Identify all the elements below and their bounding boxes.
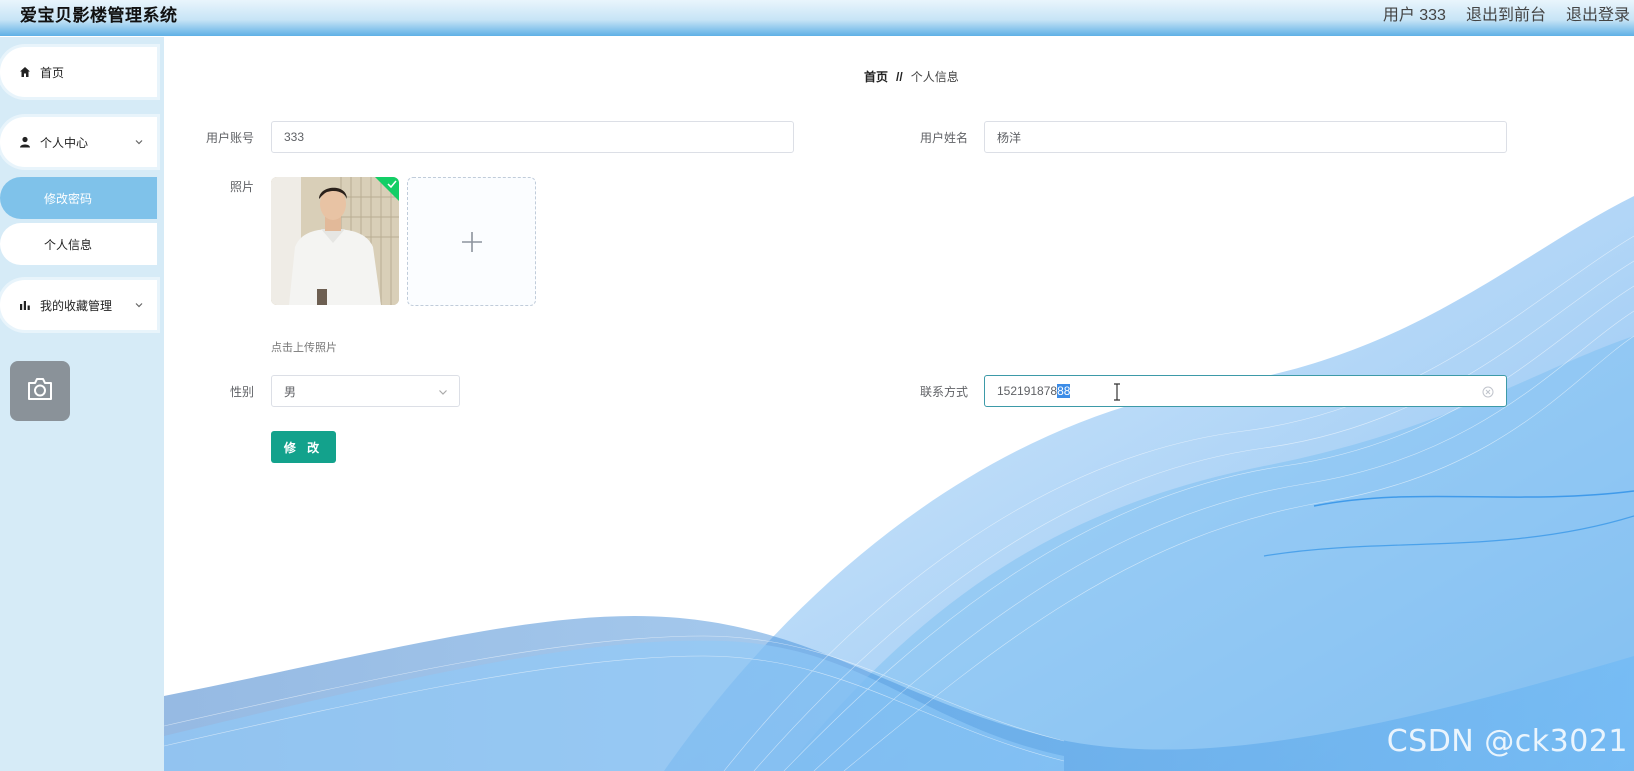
app-title: 爱宝贝影楼管理系统 [20, 6, 178, 25]
user-icon [18, 135, 32, 149]
account-input[interactable]: 333 [271, 121, 794, 153]
sidebar-item-label: 首页 [40, 65, 65, 80]
chevron-down-icon [439, 390, 447, 395]
exit-front-link[interactable]: 退出到前台 [1466, 1, 1546, 25]
name-input[interactable]: 杨洋 [984, 121, 1507, 153]
sidebar-item-personal-info[interactable]: 个人信息 [0, 223, 157, 265]
account-value: 333 [284, 130, 305, 144]
submit-button[interactable]: 修 改 [271, 431, 336, 463]
chevron-down-icon [133, 299, 145, 314]
top-header: 爱宝贝影楼管理系统 用户 333 退出到前台 退出登录 [0, 0, 1634, 36]
contact-input[interactable]: 152191878 88 [984, 375, 1507, 407]
uploaded-photo[interactable] [271, 177, 399, 305]
text-cursor-icon [1114, 383, 1120, 401]
home-icon [18, 65, 32, 79]
contact-selected-text: 88 [1057, 384, 1071, 398]
logout-link[interactable]: 退出登录 [1566, 1, 1630, 25]
gender-select[interactable]: 男 [271, 375, 460, 407]
upload-tip: 点击上传照片 [271, 342, 337, 354]
sidebar: 首页 个人中心 修改密码 个人信息 我的收藏管理 [0, 37, 164, 771]
name-label: 用户姓名 [919, 131, 968, 145]
breadcrumb-separator: // [896, 69, 903, 84]
bar-chart-icon [18, 298, 32, 312]
user-label: 用户 333 [1382, 7, 1446, 24]
account-label: 用户账号 [205, 131, 254, 145]
sidebar-item-personal-center[interactable]: 个人中心 [0, 117, 157, 167]
chevron-down-icon [133, 136, 145, 151]
header-actions: 用户 333 退出到前台 退出登录 [1383, 1, 1630, 25]
photo-label: 照片 [229, 180, 254, 194]
breadcrumb: 首页 // 个人信息 [864, 68, 959, 85]
sidebar-item-change-password[interactable]: 修改密码 [0, 177, 157, 219]
watermark: CSDN @ck3021 [1386, 724, 1628, 759]
name-value: 杨洋 [997, 130, 1022, 145]
breadcrumb-home[interactable]: 首页 [864, 68, 888, 85]
gender-label: 性别 [229, 385, 254, 399]
plus-icon [461, 231, 482, 252]
camera-button[interactable] [10, 361, 70, 421]
contact-label: 联系方式 [919, 385, 968, 399]
sidebar-item-home[interactable]: 首页 [0, 47, 157, 97]
check-icon [387, 180, 397, 189]
clear-icon[interactable] [1482, 386, 1494, 398]
breadcrumb-current: 个人信息 [910, 70, 959, 84]
sidebar-item-favorites[interactable]: 我的收藏管理 [0, 280, 157, 330]
contact-value: 152191878 [997, 384, 1058, 398]
main-content: 首页 // 个人信息 用户账号 333 用户姓名 杨洋 照片 点击上传照片 性别… [164, 36, 1634, 771]
sidebar-item-label: 个人中心 [40, 135, 89, 150]
gender-value: 男 [284, 384, 297, 399]
upload-add-button[interactable] [407, 177, 536, 306]
sidebar-item-label: 我的收藏管理 [40, 298, 113, 313]
camera-icon [26, 376, 54, 407]
